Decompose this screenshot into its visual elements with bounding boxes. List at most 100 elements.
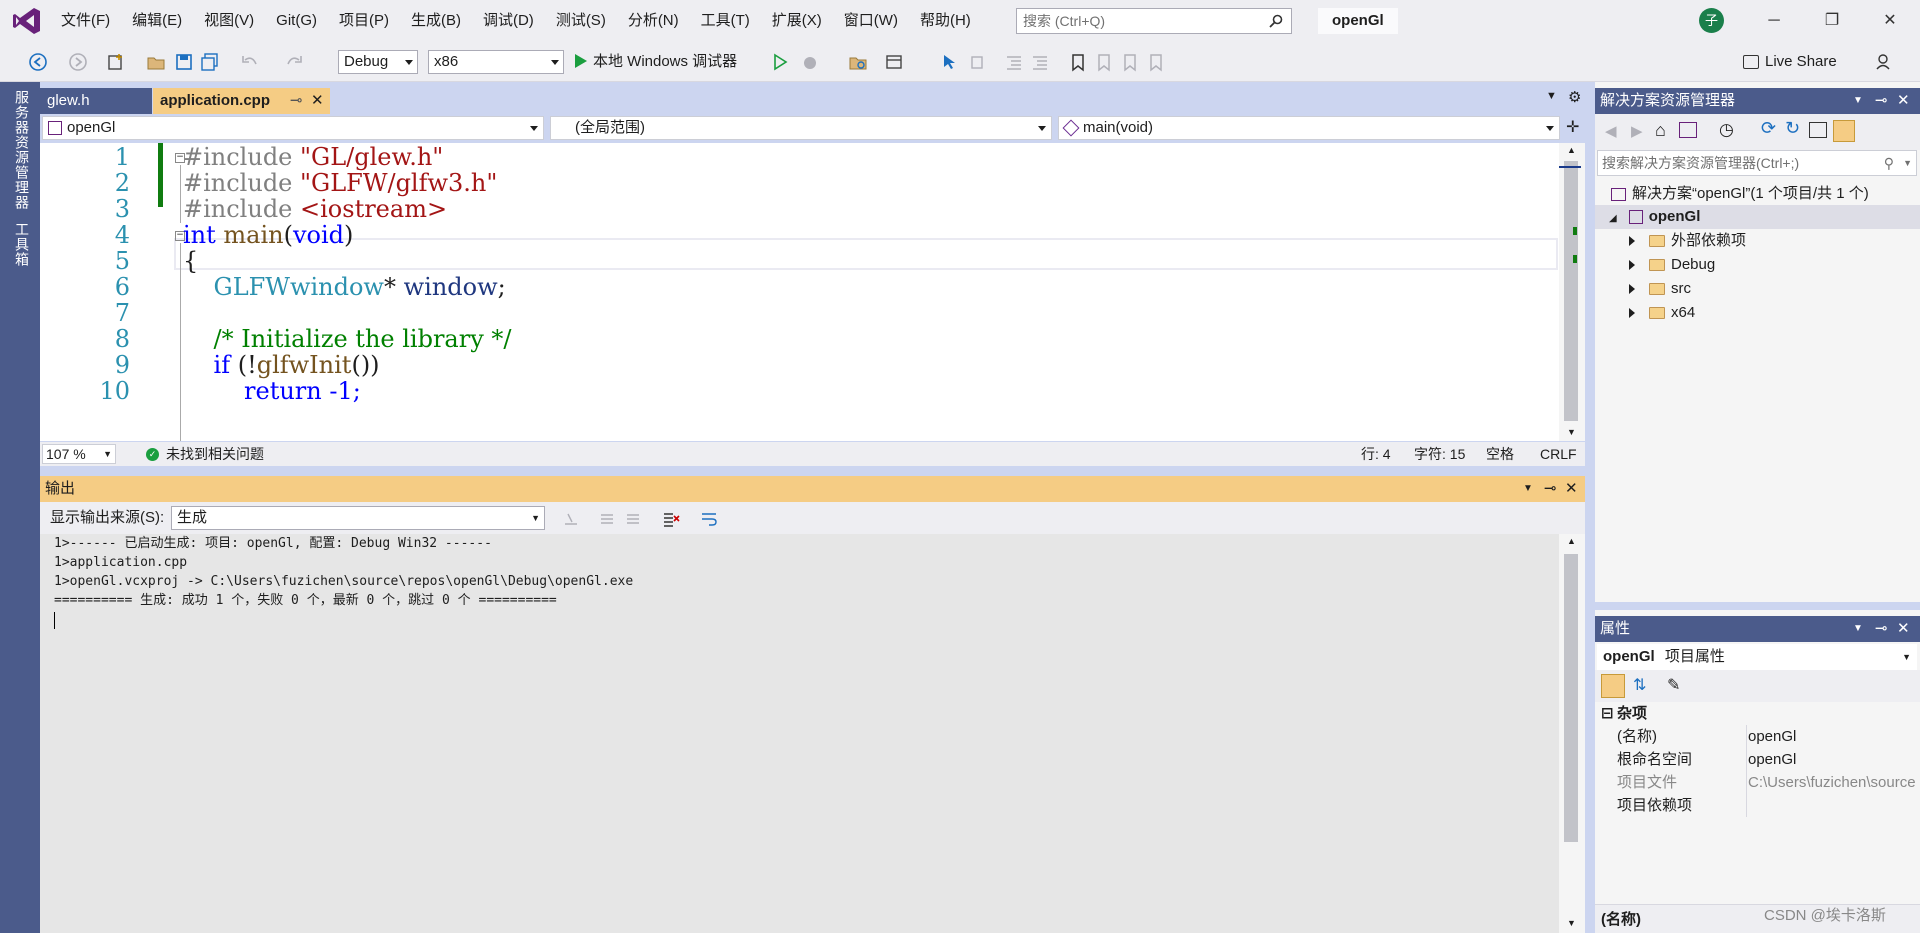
- chevron-down-icon[interactable]: ▼: [1903, 151, 1912, 175]
- menu-tools[interactable]: 工具(T): [690, 0, 761, 42]
- platform-select[interactable]: x86: [428, 50, 564, 74]
- menu-git[interactable]: Git(G): [265, 0, 328, 42]
- layout-icon[interactable]: [884, 52, 904, 72]
- categorized-icon[interactable]: [1601, 674, 1625, 698]
- visual-studio-logo-icon[interactable]: [12, 6, 42, 36]
- bookmark-icon[interactable]: [1068, 52, 1088, 72]
- close-icon[interactable]: ✕: [311, 88, 324, 114]
- scroll-up-icon[interactable]: ▲: [1567, 145, 1576, 155]
- forward-icon[interactable]: ▶: [1631, 122, 1643, 140]
- next-message-icon[interactable]: [624, 510, 642, 528]
- prev-bookmark-icon[interactable]: [1094, 52, 1114, 72]
- solution-search-input[interactable]: 搜索解决方案资源管理器(Ctrl+;) ⚲ ▼: [1597, 150, 1917, 176]
- property-object-select[interactable]: openGl 项目属性 ▼: [1597, 644, 1917, 670]
- close-icon[interactable]: ✕: [1897, 88, 1910, 114]
- chevron-down-icon[interactable]: ▼: [1523, 476, 1533, 502]
- scroll-down-icon[interactable]: ▼: [1567, 918, 1576, 928]
- output-text[interactable]: 1>------ 已启动生成: 项目: openGl, 配置: Debug Wi…: [40, 534, 1559, 933]
- solution-node[interactable]: 解决方案“openGl”(1 个项目/共 1 个): [1611, 182, 1869, 206]
- find-message-icon[interactable]: [562, 510, 580, 528]
- clear-bookmarks-icon[interactable]: [1146, 52, 1166, 72]
- scroll-up-icon[interactable]: ▲: [1567, 536, 1576, 546]
- scrollbar-thumb[interactable]: [1564, 554, 1578, 842]
- minimize-button[interactable]: ─: [1745, 0, 1803, 42]
- property-row[interactable]: 项目依赖项: [1595, 794, 1920, 817]
- solution-name-badge[interactable]: openGl: [1318, 8, 1398, 34]
- zoom-select[interactable]: 107 % ▼: [42, 444, 116, 464]
- menu-window[interactable]: 窗口(W): [833, 0, 909, 42]
- menu-analyze[interactable]: 分析(N): [617, 0, 690, 42]
- tree-item-external-deps[interactable]: 外部依赖项: [1629, 229, 1746, 253]
- settings-gear-icon[interactable]: ⚙: [1568, 88, 1581, 106]
- tree-item-x64[interactable]: x64: [1629, 301, 1695, 325]
- issues-status[interactable]: 未找到相关问题: [166, 442, 264, 466]
- tree-item-debug[interactable]: Debug: [1629, 253, 1715, 277]
- alphabetical-icon[interactable]: ⇅: [1633, 675, 1646, 695]
- global-scope-select[interactable]: (全局范围): [550, 116, 1052, 140]
- editor-scrollbar[interactable]: ▲ ▼: [1559, 143, 1585, 441]
- feedback-icon[interactable]: [1874, 52, 1894, 72]
- menu-file[interactable]: 文件(F): [50, 0, 121, 42]
- tree-item-src[interactable]: src: [1629, 277, 1691, 301]
- find-in-files-icon[interactable]: [848, 52, 868, 72]
- chevron-down-icon[interactable]: ▼: [1853, 616, 1863, 642]
- code-editor[interactable]: − − 1 #include "GL/glew.h" 2 #include "GLF…: [40, 143, 1559, 441]
- scroll-down-icon[interactable]: ▼: [1567, 427, 1576, 437]
- collapse-icon[interactable]: ⊟: [1601, 702, 1614, 725]
- prev-message-icon[interactable]: [598, 510, 616, 528]
- close-icon[interactable]: ✕: [1897, 616, 1910, 642]
- menu-view[interactable]: 视图(V): [193, 0, 265, 42]
- whitespace-indicator[interactable]: 空格: [1486, 442, 1514, 466]
- property-category[interactable]: ⊟ 杂项: [1595, 702, 1920, 725]
- menu-build[interactable]: 生成(B): [400, 0, 472, 42]
- avatar[interactable]: 子: [1699, 8, 1724, 33]
- toolbox-tab[interactable]: 工具箱: [12, 222, 32, 267]
- back-icon[interactable]: [28, 52, 48, 72]
- tab-application-cpp[interactable]: application.cpp ⊸ ✕: [153, 88, 330, 114]
- property-row[interactable]: (名称) openGl: [1595, 725, 1920, 748]
- configuration-select[interactable]: Debug: [338, 50, 418, 74]
- pin-icon[interactable]: ⊸: [1875, 88, 1888, 114]
- output-source-select[interactable]: 生成 ▼: [171, 506, 545, 530]
- server-explorer-tab[interactable]: 服务器资源管理器: [12, 90, 32, 210]
- undo-icon[interactable]: [240, 52, 260, 72]
- member-select[interactable]: main(void): [1058, 116, 1560, 140]
- split-editor-icon[interactable]: ✛: [1566, 117, 1579, 137]
- sync-icon[interactable]: ⟳: [1761, 118, 1776, 139]
- chevron-down-icon[interactable]: ▼: [1853, 88, 1863, 114]
- property-pages-icon[interactable]: ✎: [1667, 675, 1680, 695]
- search-input[interactable]: 搜索 (Ctrl+Q): [1016, 8, 1292, 34]
- char-indicator[interactable]: 字符: 15: [1414, 442, 1465, 466]
- back-icon[interactable]: ◀: [1605, 122, 1617, 140]
- output-scrollbar[interactable]: ▲ ▼: [1559, 534, 1585, 933]
- toolbar-icon[interactable]: [968, 52, 988, 72]
- tab-glew-h[interactable]: glew.h: [40, 88, 152, 114]
- outdent-icon[interactable]: [1004, 52, 1024, 72]
- hot-reload-icon[interactable]: [800, 52, 820, 72]
- pin-icon[interactable]: ⊸: [1544, 476, 1557, 502]
- menu-edit[interactable]: 编辑(E): [121, 0, 193, 42]
- live-share-button[interactable]: Live Share: [1743, 50, 1837, 74]
- redo-icon[interactable]: [284, 52, 304, 72]
- show-all-files-icon[interactable]: [1833, 120, 1855, 142]
- start-debugging-button[interactable]: 本地 Windows 调试器: [572, 50, 737, 74]
- pointer-icon[interactable]: [940, 52, 960, 72]
- pin-icon[interactable]: ⊸: [290, 88, 303, 114]
- save-all-icon[interactable]: [200, 52, 220, 72]
- property-row[interactable]: 项目文件 C:\Users\fuzichen\source: [1595, 771, 1920, 794]
- start-without-debugging-icon[interactable]: [770, 52, 790, 72]
- property-row[interactable]: 根命名空间 openGl: [1595, 748, 1920, 771]
- pending-changes-icon[interactable]: ◷: [1719, 120, 1734, 140]
- open-folder-icon[interactable]: [146, 52, 166, 72]
- menu-debug[interactable]: 调试(D): [472, 0, 545, 42]
- word-wrap-icon[interactable]: [700, 510, 718, 528]
- refresh-icon[interactable]: ↻: [1785, 118, 1800, 139]
- new-project-icon[interactable]: [106, 52, 126, 72]
- menu-test[interactable]: 测试(S): [545, 0, 617, 42]
- forward-icon[interactable]: [68, 52, 88, 72]
- menu-project[interactable]: 项目(P): [328, 0, 400, 42]
- project-scope-select[interactable]: openGl: [42, 116, 544, 140]
- save-icon[interactable]: [174, 52, 194, 72]
- indent-icon[interactable]: [1030, 52, 1050, 72]
- home-icon[interactable]: ⌂: [1655, 120, 1666, 141]
